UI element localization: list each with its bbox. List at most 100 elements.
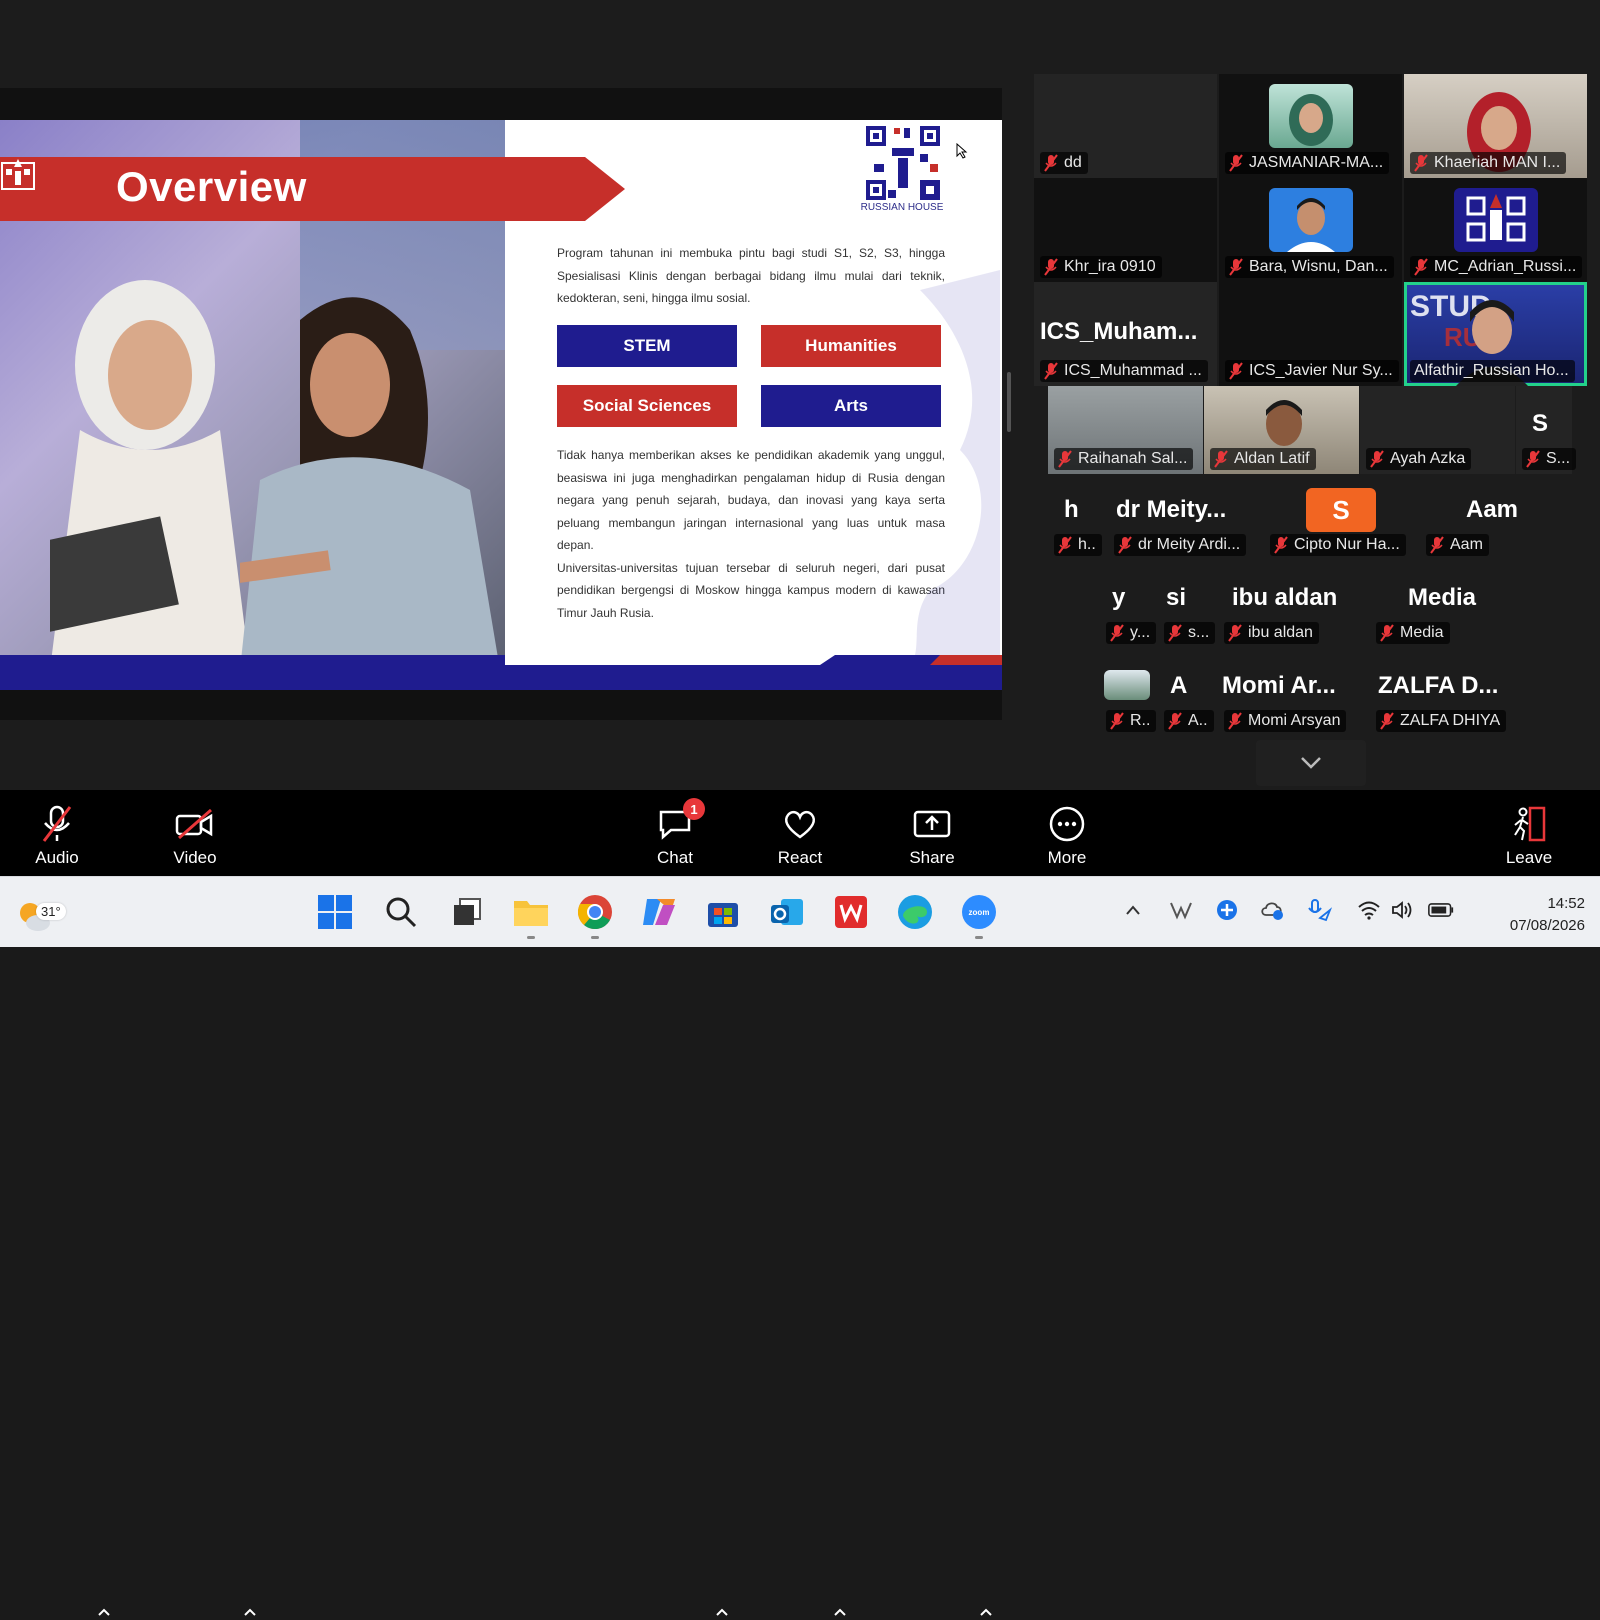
chrome-icon — [577, 895, 612, 930]
share-options-caret-icon[interactable] — [978, 1604, 994, 1620]
chat-button[interactable]: 1 Chat — [630, 790, 720, 876]
tray-cloud-sync[interactable] — [1260, 897, 1286, 923]
chevron-up-icon — [1126, 905, 1140, 915]
windows-start-icon — [318, 895, 352, 929]
participant-avatar: S — [1306, 488, 1376, 532]
more-button[interactable]: More — [1022, 790, 1112, 876]
participant-tile-dd[interactable]: dd — [1034, 74, 1217, 178]
share-button[interactable]: Share — [887, 790, 977, 876]
participant-tile-khaeriah[interactable]: Khaeriah MAN I... — [1404, 74, 1587, 178]
participant-name: A.. — [1188, 712, 1208, 729]
svg-text:zoom: zoom — [969, 908, 990, 917]
participant-name-label: ICS_Javier Nur Sy... — [1225, 360, 1399, 382]
taskbar-search[interactable] — [380, 891, 422, 933]
participant-tile-r[interactable]: R.. — [1100, 666, 1158, 736]
participant-tile-y[interactable]: y y... — [1100, 576, 1158, 648]
participant-name: ibu aldan — [1248, 624, 1313, 641]
participant-tile-h[interactable]: h h.. — [1048, 488, 1106, 560]
vpn-icon — [1170, 902, 1192, 920]
participant-name-label: Khaeriah MAN I... — [1410, 152, 1567, 174]
tray-antivirus[interactable] — [1214, 897, 1240, 923]
participant-name-label: A.. — [1164, 710, 1214, 732]
participant-name: Media — [1400, 624, 1444, 641]
more-options-icon — [1049, 806, 1085, 842]
participant-name: Momi Arsyan — [1248, 712, 1341, 729]
participant-name: dd — [1064, 154, 1082, 171]
participant-tile-aldan[interactable]: Aldan Latif — [1204, 386, 1359, 474]
participant-name: Raihanah Sal... — [1078, 450, 1188, 467]
participant-tile-khr-ira[interactable]: Khr_ira 0910 — [1034, 178, 1217, 282]
participant-name: ICS_Muhammad ... — [1064, 362, 1202, 379]
participant-tile-raihanah[interactable]: Raihanah Sal... — [1048, 386, 1203, 474]
leave-door-icon — [1514, 806, 1546, 842]
tray-battery[interactable] — [1428, 897, 1454, 923]
video-button[interactable]: Video — [150, 790, 240, 876]
participant-tile-a[interactable]: A A.. — [1158, 666, 1216, 736]
split-view-resize-handle[interactable] — [1007, 372, 1011, 432]
participant-tile-cipto[interactable]: S Cipto Nur Ha... — [1264, 488, 1419, 560]
store-icon — [708, 903, 738, 927]
participant-tile-ics-muhammad[interactable]: ICS_Muham... ICS_Muhammad ... — [1034, 282, 1217, 386]
participant-name: Alfathir_Russian Ho... — [1414, 362, 1569, 379]
participant-display-name: si — [1166, 584, 1187, 611]
participant-tile-meity[interactable]: dr Meity... dr Meity Ardi... — [1108, 488, 1263, 560]
tray-vpn[interactable] — [1168, 897, 1194, 923]
taskbar-wps-office[interactable] — [830, 891, 872, 933]
participant-tile-media[interactable]: Media Media — [1370, 576, 1516, 648]
participant-tile-si[interactable]: si s... — [1158, 576, 1216, 648]
system-clock[interactable]: 14:52 07/08/2026 — [1475, 893, 1585, 937]
muted-mic-icon — [1414, 154, 1428, 172]
participant-tile-ics-javier[interactable]: ICS_Javier Nur Sy... — [1219, 282, 1402, 386]
shield-icon — [1217, 900, 1237, 920]
taskbar-outlook[interactable] — [766, 891, 808, 933]
gallery-scroll-down-button[interactable] — [1256, 740, 1366, 786]
taskbar-edge[interactable] — [894, 891, 936, 933]
tray-show-hidden[interactable] — [1120, 897, 1146, 923]
taskbar-zoom[interactable]: zoom — [958, 891, 1000, 939]
participant-name-label: Media — [1376, 622, 1450, 644]
video-options-caret-icon[interactable] — [242, 1604, 258, 1620]
participant-tile-zalfa[interactable]: ZALFA D... ZALFA DHIYA — [1370, 666, 1516, 736]
participant-name-label: y... — [1106, 622, 1157, 644]
participant-name-label: R.. — [1106, 710, 1157, 732]
taskbar-copilot[interactable] — [638, 891, 680, 933]
participant-display-name: Momi Ar... — [1222, 672, 1336, 699]
tag-social-sciences: Social Sciences — [557, 385, 737, 427]
taskbar-chrome[interactable] — [574, 891, 616, 939]
participant-display-name: y — [1112, 584, 1126, 611]
taskbar-start[interactable] — [314, 891, 356, 933]
participant-name-label: Cipto Nur Ha... — [1270, 534, 1406, 556]
audio-button[interactable]: Audio — [12, 790, 102, 876]
tray-wifi[interactable] — [1356, 897, 1382, 923]
audio-options-caret-icon[interactable] — [96, 1604, 112, 1620]
participant-name-label: ICS_Muhammad ... — [1040, 360, 1208, 382]
react-options-caret-icon[interactable] — [832, 1604, 848, 1620]
participant-tile-ibu-aldan[interactable]: ibu aldan ibu aldan — [1218, 576, 1364, 648]
slide-bottom-stripe — [0, 655, 1002, 690]
participant-name: Cipto Nur Ha... — [1294, 536, 1400, 553]
participant-tile-alfathir-active-speaker[interactable]: STUD RU Alfathir_Russian Ho... — [1404, 282, 1587, 386]
taskbar-microsoft-store[interactable] — [702, 891, 744, 933]
participant-tile-aam[interactable]: Aam Aam — [1420, 488, 1560, 560]
participant-tile-jasmaniar[interactable]: JASMANIAR-MA... — [1219, 74, 1402, 178]
tray-volume[interactable] — [1390, 897, 1416, 923]
participant-tile-mc-adrian[interactable]: MC_Adrian_Russi... — [1404, 178, 1587, 282]
battery-icon — [1428, 903, 1454, 917]
heart-icon — [784, 810, 816, 839]
participant-tile-bara[interactable]: Bara, Wisnu, Dan... — [1219, 178, 1402, 282]
taskbar-task-view[interactable] — [446, 891, 488, 933]
participant-tile-ayah-azka[interactable]: Ayah Azka — [1360, 386, 1515, 474]
audio-label: Audio — [35, 848, 79, 867]
tray-microphone[interactable] — [1306, 897, 1332, 923]
participant-tile-s[interactable]: S S... — [1516, 386, 1577, 474]
react-button[interactable]: React — [755, 790, 845, 876]
share-label: Share — [909, 848, 955, 867]
participant-tile-momi[interactable]: Momi Ar... Momi Arsyan — [1218, 666, 1364, 736]
cloud-info-icon — [1261, 902, 1283, 920]
folder-icon — [514, 901, 548, 926]
chat-options-caret-icon[interactable] — [714, 1604, 730, 1620]
muted-mic-icon — [1526, 450, 1540, 468]
taskbar-file-explorer[interactable] — [510, 891, 552, 939]
leave-button[interactable]: Leave — [1484, 790, 1574, 876]
weather-widget[interactable]: 31° — [14, 889, 66, 935]
